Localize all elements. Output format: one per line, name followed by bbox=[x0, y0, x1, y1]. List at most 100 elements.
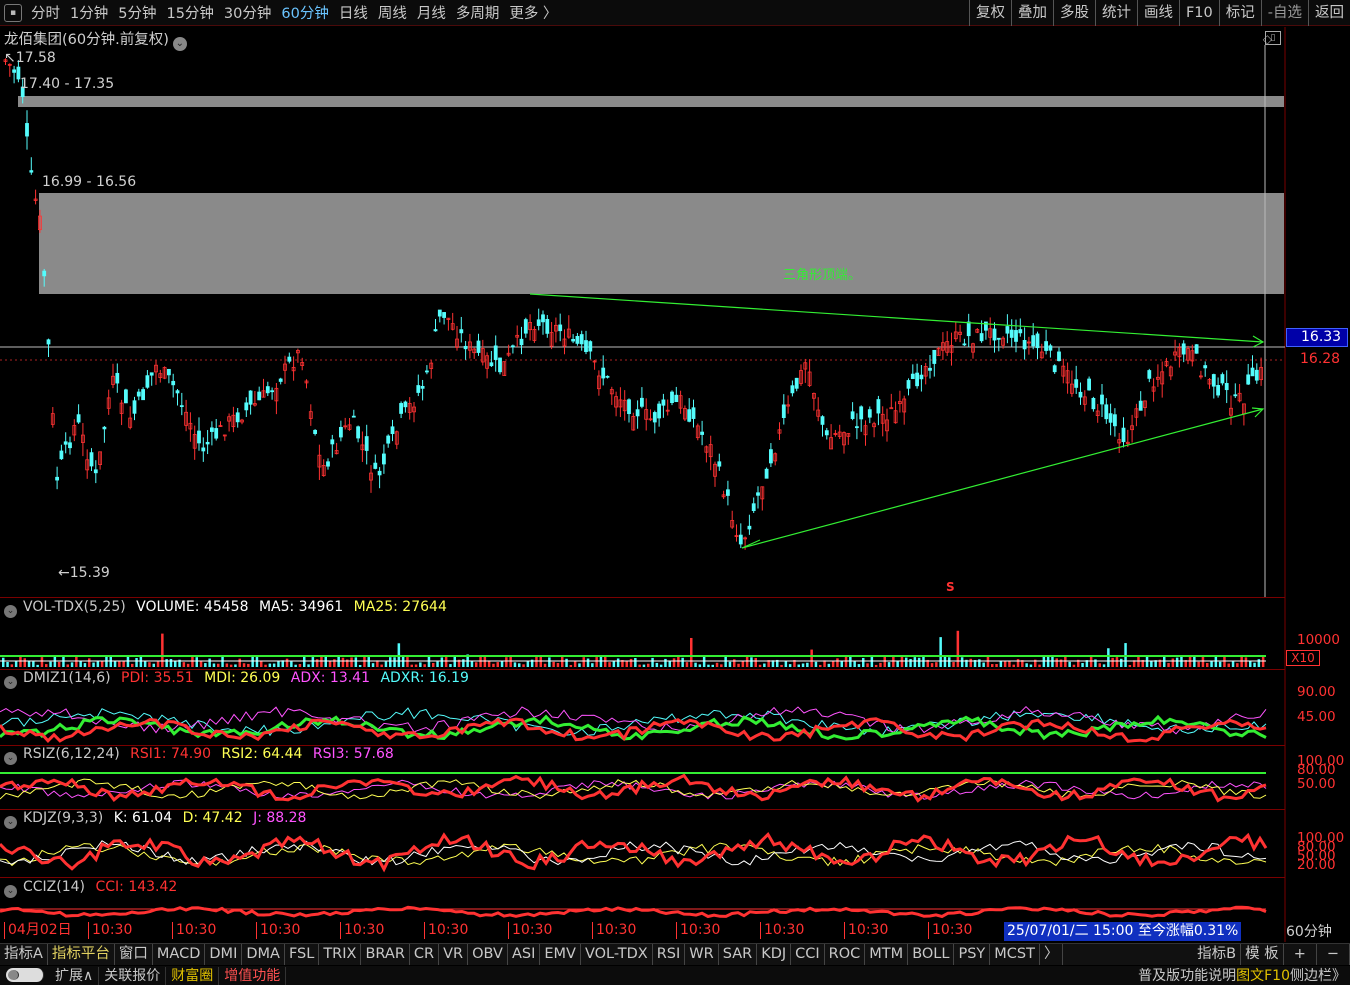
chevron-down-icon[interactable]: ⌄ bbox=[4, 816, 17, 829]
indicator-tab-3[interactable]: MACD bbox=[153, 944, 206, 965]
status-bar: 扩展∧ 关联报价 财富圈 增值功能 普及版功能说明 图文F10 侧边栏》 bbox=[0, 966, 1350, 985]
indicator-tab-9[interactable]: CR bbox=[410, 944, 440, 965]
volume-bar bbox=[208, 658, 211, 667]
indicator-tab-20[interactable]: ROC bbox=[825, 944, 866, 965]
vol-indicator-name[interactable]: VOL-TDX(5,25) bbox=[23, 599, 126, 615]
expand-button[interactable]: 扩展∧ bbox=[50, 966, 100, 985]
volume-bar bbox=[152, 663, 155, 667]
indicator-tab-14[interactable]: VOL-TDX bbox=[581, 944, 653, 965]
chevron-down-icon[interactable]: ⌄ bbox=[4, 676, 17, 689]
wealth-circle-button[interactable]: 财富圈 bbox=[166, 966, 220, 985]
indicator-tab-29[interactable]: − bbox=[1317, 944, 1350, 965]
kline-chart[interactable] bbox=[0, 0, 1350, 985]
indicator-tab-23[interactable]: PSY bbox=[954, 944, 991, 965]
kdj-indicator-name[interactable]: KDJZ(9,3,3) bbox=[23, 810, 103, 826]
vol-ma25: MA25: 27644 bbox=[353, 599, 447, 615]
volume-bar bbox=[251, 656, 254, 667]
volume-bar bbox=[552, 661, 555, 667]
candle-body bbox=[756, 492, 760, 496]
candle-body bbox=[149, 372, 154, 376]
indicator-tab-6[interactable]: FSL bbox=[285, 944, 320, 965]
indicator-tab-25[interactable]: 〉 bbox=[1040, 944, 1064, 965]
volume-bar bbox=[462, 659, 465, 667]
indicator-tab-2[interactable]: 窗口 bbox=[115, 944, 153, 965]
indicator-tab-16[interactable]: WR bbox=[685, 944, 719, 965]
indicator-tab-21[interactable]: MTM bbox=[865, 944, 909, 965]
indicator-tab-18[interactable]: KDJ bbox=[757, 944, 792, 965]
indicator-tab-13[interactable]: EMV bbox=[540, 944, 581, 965]
candle-body bbox=[442, 312, 447, 318]
volume-bar bbox=[19, 656, 22, 667]
dmi-level-45: 45.00 bbox=[1297, 709, 1336, 725]
feature-intro-link[interactable]: 普及版功能说明 bbox=[1133, 967, 1236, 985]
candle-body bbox=[42, 270, 47, 277]
volume-bar bbox=[165, 659, 168, 667]
volume-bar bbox=[1068, 661, 1071, 667]
cci-indicator-name[interactable]: CCIZ(14) bbox=[23, 879, 85, 895]
indicator-tab-5[interactable]: DMA bbox=[242, 944, 285, 965]
dmi-indicator-name[interactable]: DMIZ1(14,6) bbox=[23, 670, 111, 686]
volume-bar bbox=[582, 657, 585, 667]
indicator-tab-24[interactable]: MCST bbox=[990, 944, 1040, 965]
value-added-button[interactable]: 增值功能 bbox=[219, 966, 287, 985]
indicator-tab-8[interactable]: BRAR bbox=[361, 944, 410, 965]
volume-bar bbox=[337, 656, 340, 667]
kdj-lines bbox=[0, 831, 1268, 873]
volume-bar bbox=[681, 657, 684, 667]
indicator-tab-1[interactable]: 指标平台 bbox=[48, 944, 115, 965]
indicator-tab-28[interactable]: + bbox=[1284, 944, 1317, 965]
candle-body bbox=[928, 367, 932, 371]
candle-body bbox=[687, 409, 692, 422]
sidebar-link[interactable]: 侧边栏》 bbox=[1290, 967, 1350, 985]
candle-body bbox=[738, 534, 743, 545]
volume-bar bbox=[561, 656, 564, 667]
volume-bar bbox=[788, 664, 792, 667]
indicator-tab-17[interactable]: SAR bbox=[719, 944, 758, 965]
indicator-tab-27[interactable]: 模 板 bbox=[1241, 944, 1284, 965]
volume-bar bbox=[290, 661, 293, 667]
volume-bar bbox=[225, 663, 229, 667]
volume-bar bbox=[1102, 664, 1106, 667]
related-quote-button[interactable]: 关联报价 bbox=[99, 966, 167, 985]
volume-bar bbox=[690, 637, 693, 667]
candle-body bbox=[867, 409, 872, 418]
candle-body bbox=[571, 338, 575, 342]
volume-bar bbox=[543, 663, 547, 667]
indicator-tab-22[interactable]: BOLL bbox=[908, 944, 955, 965]
chevron-down-icon[interactable]: ⌄ bbox=[4, 605, 17, 618]
low-price-value: 15.39 bbox=[69, 565, 110, 581]
indicator-tab-12[interactable]: ASI bbox=[508, 944, 541, 965]
candle-body bbox=[493, 345, 498, 360]
indicator-tab-11[interactable]: OBV bbox=[468, 944, 508, 965]
volume-bar bbox=[896, 661, 899, 667]
volume-bar bbox=[169, 659, 173, 667]
last-price-tag: 16.28 bbox=[1300, 351, 1341, 367]
chevron-down-icon[interactable]: ⌄ bbox=[4, 752, 17, 765]
candle-body bbox=[889, 407, 894, 410]
volume-bar bbox=[414, 664, 418, 667]
rsi-indicator-name[interactable]: RSIZ(6,12,24) bbox=[23, 746, 120, 762]
volume-bar bbox=[1137, 656, 1140, 667]
candle-body bbox=[326, 461, 330, 467]
volume-bar bbox=[358, 664, 362, 667]
chevron-down-icon[interactable]: ⌄ bbox=[4, 885, 17, 898]
volume-bar bbox=[182, 662, 186, 667]
volume-bar bbox=[668, 661, 671, 667]
volume-bar bbox=[380, 664, 383, 667]
indicator-tab-19[interactable]: CCI bbox=[791, 944, 825, 965]
indicator-tab-4[interactable]: DMI bbox=[205, 944, 243, 965]
candle-body bbox=[1087, 378, 1091, 391]
f10-graphic-link[interactable]: 图文F10 bbox=[1236, 967, 1290, 985]
candle-body bbox=[377, 470, 382, 476]
candle-body bbox=[459, 329, 464, 334]
indicator-tab-26[interactable]: 指标B bbox=[1193, 944, 1242, 965]
indicator-tab-0[interactable]: 指标A bbox=[0, 944, 48, 965]
volume-bar bbox=[909, 658, 912, 667]
volume-bar bbox=[522, 664, 525, 667]
indicator-tab-10[interactable]: VR bbox=[439, 944, 469, 965]
volume-bar bbox=[174, 660, 177, 667]
toggle-switch[interactable] bbox=[0, 967, 50, 985]
vol-header: ⌄ VOL-TDX(5,25) VOLUME: 45458 MA5: 34961 … bbox=[0, 599, 447, 618]
indicator-tab-15[interactable]: RSI bbox=[653, 944, 686, 965]
indicator-tab-7[interactable]: TRIX bbox=[319, 944, 362, 965]
